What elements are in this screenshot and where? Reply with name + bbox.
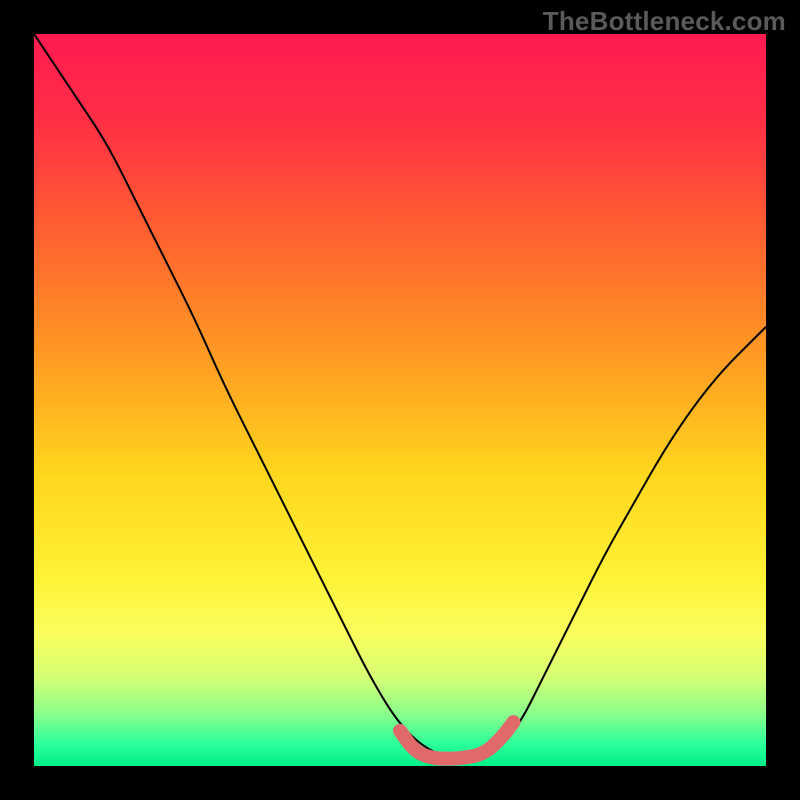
chart-frame: TheBottleneck.com (0, 0, 800, 800)
watermark-text: TheBottleneck.com (543, 6, 786, 37)
plot-svg (34, 34, 766, 766)
gradient-rect (34, 34, 766, 766)
plot-area (34, 34, 766, 766)
